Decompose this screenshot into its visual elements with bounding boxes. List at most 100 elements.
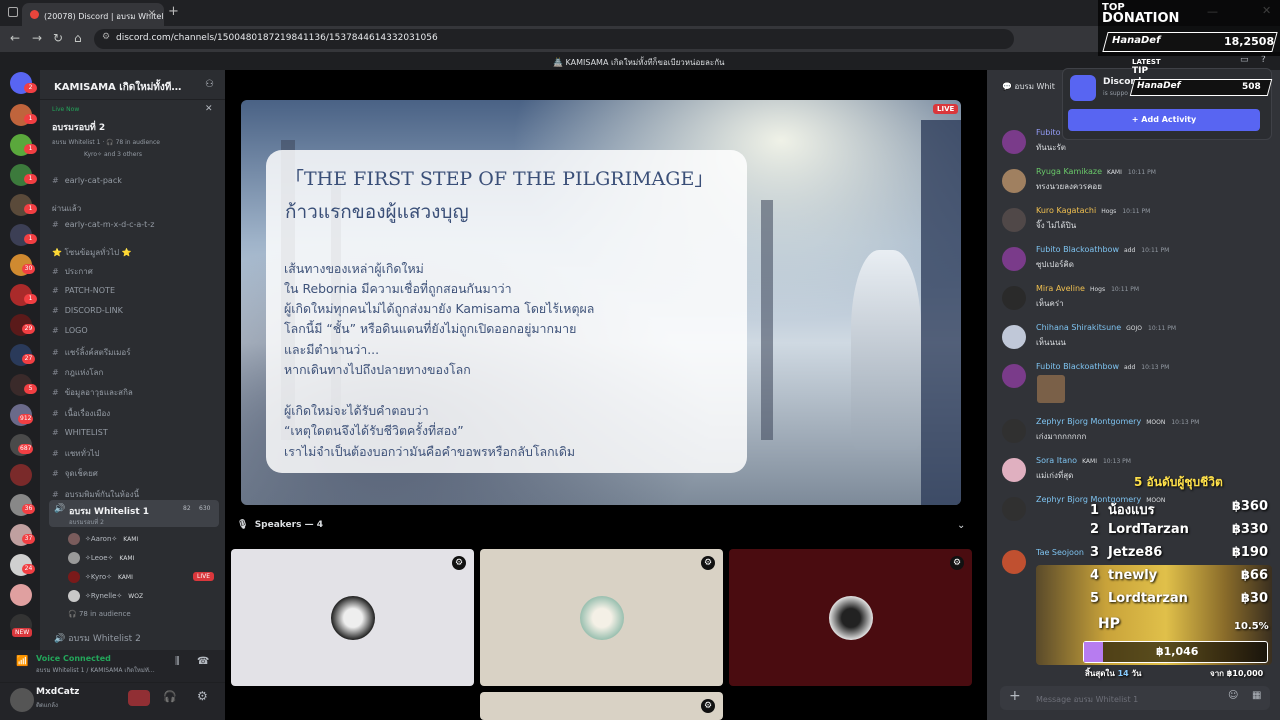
- voice-user[interactable]: ✧Rynelle✧ WOZ: [68, 590, 143, 602]
- rank-row: 4 tnewly: [1090, 568, 1158, 583]
- channel-item[interactable]: # WHITELIST: [52, 428, 108, 437]
- channel-item[interactable]: # DISCORD-LINK: [52, 306, 123, 315]
- message-author[interactable]: Kuro Kagatachi Hogs 10:11 PM: [1036, 206, 1150, 215]
- new-tab-button[interactable]: +: [168, 4, 179, 19]
- settings-gear-icon[interactable]: ⚙: [950, 556, 964, 570]
- speaker-tile[interactable]: ⚙: [729, 549, 972, 686]
- mute-mic-icon[interactable]: [128, 690, 150, 706]
- add-member-icon[interactable]: ⚇: [205, 79, 214, 90]
- avatar[interactable]: [1002, 247, 1026, 271]
- voice-status: Voice Connected: [36, 654, 111, 663]
- badge: 24: [22, 564, 35, 574]
- speaker-tile[interactable]: ⚙: [231, 549, 474, 686]
- emoji-icon[interactable]: ☺: [1228, 690, 1238, 701]
- channel-name: แชททั่วไป: [64, 449, 100, 458]
- channel-item[interactable]: # ประกาศ: [52, 265, 93, 278]
- discord-logo-icon: [1070, 75, 1096, 101]
- avatar: [68, 571, 80, 583]
- server-header[interactable]: KAMISAMA เกิดใหม่ทั้งที…: [40, 70, 225, 100]
- close-tab-icon[interactable]: ×: [148, 8, 156, 19]
- settings-gear-icon[interactable]: ⚙: [197, 689, 208, 703]
- avatar[interactable]: [1002, 419, 1026, 443]
- signal-icon[interactable]: 📶: [16, 656, 28, 667]
- speaker-tile[interactable]: ⚙: [480, 692, 723, 720]
- help-icon[interactable]: ?: [1261, 55, 1266, 65]
- noise-icon[interactable]: ⫼: [175, 656, 180, 667]
- channel-item[interactable]: # แชททั่วไป: [52, 447, 99, 460]
- avatar[interactable]: [1002, 497, 1026, 521]
- lore-title: 「THE FIRST STEP OF THE PILGRIMAGE」: [285, 168, 714, 190]
- avatar[interactable]: [1002, 286, 1026, 310]
- channel-category[interactable]: ⭐ โซนข้อมูลทั่วไป ⭐: [52, 246, 132, 259]
- voice-user[interactable]: ✧Aaron✧ KAMI: [68, 533, 138, 545]
- channel-item[interactable]: # PATCH-NOTE: [52, 286, 115, 295]
- settings-gear-icon[interactable]: ⚙: [701, 556, 715, 570]
- add-activity-button[interactable]: + Add Activity: [1068, 109, 1260, 131]
- role-tag: add: [1124, 247, 1136, 254]
- lore-line: ผู้เกิดใหม่ทุกคนไม่ได้ถูกส่งมายัง Kamisa…: [284, 301, 595, 316]
- channel-item[interactable]: # LOGO: [52, 326, 88, 335]
- apps-icon[interactable]: ▦: [1252, 690, 1261, 701]
- close-live-icon[interactable]: ✕: [205, 104, 213, 114]
- add-attachment-icon[interactable]: +: [1009, 688, 1021, 704]
- server-icon[interactable]: [10, 584, 32, 606]
- settings-gear-icon[interactable]: ⚙: [701, 699, 715, 713]
- message-author[interactable]: Fubito: [1036, 128, 1061, 137]
- message-author[interactable]: Zephyr Bjorg Montgomery MOON 10:13 PM: [1036, 417, 1199, 426]
- disconnect-icon[interactable]: ☎: [197, 656, 209, 667]
- stage-header: 🏯 KAMISAMA เกิดใหม่ทั้งทีก็ขอเบียวหน่อยล…: [553, 58, 725, 67]
- message-author[interactable]: Sora Itano KAMI 10:13 PM: [1036, 456, 1131, 465]
- back-icon[interactable]: ←: [10, 31, 20, 45]
- avatar[interactable]: [1002, 550, 1026, 574]
- avatar[interactable]: [1002, 208, 1026, 232]
- reload-icon[interactable]: ↻: [53, 31, 63, 45]
- top-donor-name: HanaDef: [1112, 35, 1161, 46]
- channel-name: PATCH-NOTE: [64, 286, 115, 295]
- browser-tab[interactable]: (20078) Discord | อบรม Whitelist ×: [22, 3, 164, 26]
- channel-item[interactable]: # จุดเช็คยศ: [52, 467, 98, 480]
- speaker-tile[interactable]: ⚙: [480, 549, 723, 686]
- avatar[interactable]: [1002, 169, 1026, 193]
- message-author[interactable]: Ryuga Kamikaze KAMI 10:11 PM: [1036, 167, 1156, 176]
- hp-value: ฿1,046: [1156, 645, 1199, 658]
- channel-name: DISCORD-LINK: [64, 306, 123, 315]
- inbox-icon[interactable]: ▭: [1240, 55, 1249, 65]
- avatar[interactable]: [10, 688, 34, 712]
- url-field[interactable]: ⚙ discord.com/channels/15004801872198411…: [94, 29, 1014, 49]
- avatar[interactable]: [1002, 364, 1026, 388]
- message-author[interactable]: Fubito Blackoathbow add 10:11 PM: [1036, 245, 1169, 254]
- message-author[interactable]: Fubito Blackoathbow add 10:13 PM: [1036, 362, 1169, 371]
- voice-user[interactable]: ✧Kyro✧ KAMI: [68, 571, 133, 583]
- hash-icon: #: [52, 267, 59, 276]
- channel-item[interactable]: # ข้อมูลอาวุธและสกิล: [52, 386, 133, 399]
- channel-item[interactable]: # early-cat-m-x-d-c-a-t-z: [52, 220, 154, 229]
- forward-icon[interactable]: →: [32, 31, 42, 45]
- channel-item[interactable]: # เนื้อเรื่องเมือง: [52, 407, 110, 420]
- channel-category[interactable]: ผ่านแล้ว: [52, 202, 81, 215]
- message-author[interactable]: Mira Aveline Hogs 10:11 PM: [1036, 284, 1139, 293]
- browser-tab-bar: [0, 0, 1280, 26]
- hp-bar-fill: [1084, 642, 1104, 662]
- channel-item[interactable]: # กฎแห่งโลก: [52, 366, 103, 379]
- avatar[interactable]: [1002, 458, 1026, 482]
- server-icon[interactable]: [10, 464, 32, 486]
- lore-line: เราไม่จำเป็นต้องบอกว่ามันคือคำขอพรหรือกล…: [284, 444, 576, 459]
- channel-item[interactable]: # early-cat-pack: [52, 176, 122, 185]
- live-title[interactable]: อบรมรอบที่ 2: [52, 120, 105, 134]
- badge: 5: [24, 384, 37, 394]
- message-author[interactable]: Tae Seojoon: [1036, 548, 1084, 557]
- message-author[interactable]: Chihana Shirakitsune GOJO 10:11 PM: [1036, 323, 1176, 332]
- voice-channel-2[interactable]: 🔊 อบรม Whitelist 2: [54, 631, 141, 645]
- avatar[interactable]: [1002, 130, 1026, 154]
- headphones-icon[interactable]: 🎧: [163, 690, 177, 703]
- voice-user[interactable]: ✧Leoe✧ KAMI: [68, 552, 134, 564]
- avatar[interactable]: [1002, 325, 1026, 349]
- role-tag: Hogs: [1101, 208, 1117, 215]
- settings-gear-icon[interactable]: ⚙: [452, 556, 466, 570]
- chevron-down-icon[interactable]: ⌄: [957, 520, 965, 531]
- channel-item[interactable]: # แชร์ลิ้งค์สตรีมเมอร์: [52, 346, 131, 359]
- tab-search-icon[interactable]: [8, 7, 18, 17]
- site-info-icon[interactable]: ⚙: [102, 32, 110, 42]
- home-icon[interactable]: ⌂: [74, 31, 82, 45]
- speakers-header[interactable]: 🎙 Speakers — 4: [237, 520, 323, 530]
